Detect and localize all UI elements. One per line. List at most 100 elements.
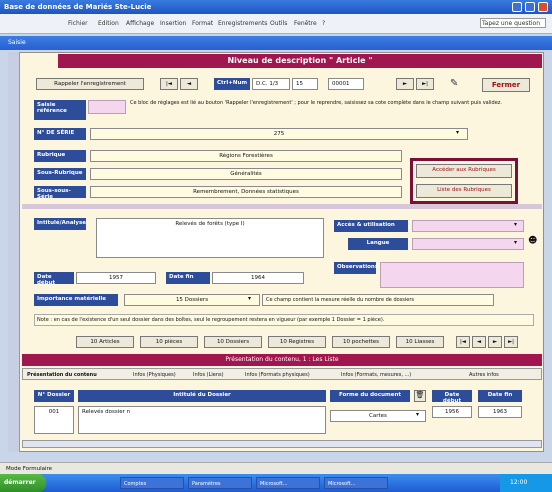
chevron-down-icon[interactable]: ▾: [416, 411, 419, 418]
tab-presentation[interactable]: Présentation du contenu: [27, 372, 97, 378]
delete-icon[interactable]: 🗑: [414, 390, 426, 402]
col-header-num: N° Dossier: [34, 390, 74, 402]
cote-field-b[interactable]: 15: [292, 78, 318, 90]
divider: [22, 204, 542, 209]
page-title: Niveau de description " Article ": [58, 54, 542, 68]
row-forme-select[interactable]: Cartes: [330, 410, 426, 422]
form-window-title: Saisie: [0, 36, 552, 50]
cote-field-a[interactable]: D.C. 1/3: [252, 78, 290, 90]
menu-item-insertion[interactable]: Insertion: [160, 20, 186, 27]
importance-note: Ce champ contient la mesure réelle du no…: [262, 294, 494, 306]
col-header-forme: Forme du document: [330, 390, 410, 402]
sub-last-button[interactable]: ►|: [504, 336, 518, 348]
search-input[interactable]: Tapez une question: [480, 18, 546, 28]
tab-formats-mesures[interactable]: Infos (Formats, mesures, ...): [341, 372, 411, 378]
taskbar-item-4[interactable]: Microsoft...: [324, 477, 388, 489]
maximize-icon[interactable]: [525, 2, 535, 12]
minimize-icon[interactable]: [512, 2, 522, 12]
add-rubrique-button[interactable]: Accéder aux Rubriques: [416, 164, 512, 178]
taskbar-item-1[interactable]: Comptes: [120, 477, 184, 489]
intitule-textarea[interactable]: Relevés de forêts (type I): [96, 218, 324, 258]
quick-10-registres-button[interactable]: 10 Registres: [268, 336, 326, 348]
row-date-fin[interactable]: 1963: [478, 406, 522, 418]
quick-10-pochettes-button[interactable]: 10 pochettes: [332, 336, 390, 348]
chevron-down-icon[interactable]: ▾: [456, 129, 459, 136]
row-num[interactable]: 001: [34, 406, 74, 434]
subform-tabs: Présentation du contenu Infos (Physiques…: [22, 368, 542, 380]
tab-formats-physiques[interactable]: Infos (Formats physiques): [245, 372, 310, 378]
menu-item-enregistrements[interactable]: Enregistrements: [218, 20, 267, 27]
menu-item-fichier[interactable]: Fichier: [68, 20, 88, 27]
rubrique-field[interactable]: Régions Forestières: [90, 150, 402, 162]
menu-item-format[interactable]: Format: [192, 20, 213, 27]
tab-infos-physiques[interactable]: Infos (Physiques): [133, 372, 176, 378]
date-fin-label: Date fin: [166, 272, 210, 284]
goto-record-button[interactable]: Rappeler l'enregistrement: [36, 78, 144, 90]
sub-next-button[interactable]: ►: [488, 336, 502, 348]
sous-sous-serie-field[interactable]: Remembrement, Données statistiques: [90, 186, 402, 198]
quick-10-pieces-button[interactable]: 10 pièces: [140, 336, 198, 348]
close-form-button[interactable]: Fermer: [482, 78, 530, 92]
observations-label: Observations: [334, 262, 378, 274]
importance-label: Importance matérielle: [34, 294, 118, 306]
menu-item-help[interactable]: ?: [322, 20, 325, 27]
col-header-debut: Date début: [432, 390, 472, 404]
menu-item-affichage[interactable]: Affichage: [126, 20, 154, 27]
horizontal-scrollbar[interactable]: [22, 440, 542, 448]
col-header-intitule: Intitulé du Dossier: [78, 390, 326, 402]
edit-pen-icon[interactable]: ✎: [450, 78, 466, 92]
date-debut-field[interactable]: 1957: [76, 272, 156, 284]
user-icon[interactable]: ☻: [528, 236, 537, 246]
importance-select[interactable]: 15 Dossiers: [124, 294, 260, 306]
rubrique-label: Rubrique: [34, 150, 86, 162]
next-record-button[interactable]: ►: [396, 78, 414, 90]
last-record-button[interactable]: ►|: [416, 78, 434, 90]
clock: 12:00: [500, 474, 552, 492]
window-title: Base de données de Mariés Ste-Lucie: [0, 0, 552, 14]
sub-header: Présentation du contenu, 1 : Les Liste: [22, 354, 542, 366]
menu-item-outils[interactable]: Outils: [270, 20, 287, 27]
status-bar: Mode Formulaire: [0, 462, 552, 474]
taskbar-item-2[interactable]: Paramètres: [188, 477, 252, 489]
langue-select[interactable]: [412, 238, 524, 250]
start-button[interactable]: démarrer: [0, 474, 46, 492]
taskbar-item-3[interactable]: Microsoft...: [256, 477, 320, 489]
tab-autres-infos[interactable]: Autres infos: [469, 372, 499, 378]
sous-rubrique-field[interactable]: Généralités: [90, 168, 402, 180]
quick-10-liasses-button[interactable]: 10 Liasses: [396, 336, 444, 348]
first-record-button[interactable]: |◄: [160, 78, 178, 90]
id-select[interactable]: 275: [90, 128, 468, 140]
intitule-label: Intitulé/Analyse: [34, 218, 86, 230]
row-date-debut[interactable]: 1956: [432, 406, 472, 418]
reference-input[interactable]: [88, 100, 126, 114]
quick-10-articles-button[interactable]: 10 Articles: [76, 336, 134, 348]
acces-select[interactable]: [412, 220, 524, 232]
sub-first-button[interactable]: |◄: [456, 336, 470, 348]
col-header-fin: Date fin: [478, 390, 522, 402]
cote-field-c[interactable]: 00001: [328, 78, 364, 90]
tab-infos-liens[interactable]: Infos (Liens): [193, 372, 224, 378]
menu-item-fenetre[interactable]: Fenêtre: [294, 20, 317, 27]
menu-item-edition[interactable]: Edition: [98, 20, 119, 27]
sous-sous-serie-label: Sous-sous-Série: [34, 186, 86, 200]
date-fin-field[interactable]: 1964: [212, 272, 304, 284]
sub-prev-button[interactable]: ◄: [472, 336, 486, 348]
chevron-down-icon[interactable]: ▾: [514, 239, 517, 246]
date-debut-label: Date début: [34, 272, 74, 286]
sous-rubrique-label: Sous-Rubrique: [34, 168, 86, 180]
langue-label: Langue: [348, 238, 408, 250]
record-selector[interactable]: [8, 52, 20, 452]
quick-10-dossiers-button[interactable]: 10 Dossiers: [204, 336, 262, 348]
observations-field[interactable]: [380, 262, 524, 288]
number-label: Ctrl+Num: [214, 78, 250, 90]
id-label: N° DE SÉRIE: [34, 128, 86, 140]
close-icon[interactable]: [538, 2, 548, 12]
row-intitule[interactable]: Relevés dossier n: [78, 406, 326, 434]
chevron-down-icon[interactable]: ▾: [248, 295, 251, 302]
menu-bar: Fichier Edition Affichage Insertion Form…: [0, 14, 552, 34]
note-text: Ce bloc de réglages est lié au bouton 'R…: [130, 100, 502, 106]
prev-record-button[interactable]: ◄: [180, 78, 198, 90]
list-rubrique-button[interactable]: Liste des Rubriques: [416, 184, 512, 198]
note-importance: Note : en cas de l'existence d'un seul d…: [34, 314, 534, 326]
chevron-down-icon[interactable]: ▾: [514, 221, 517, 228]
